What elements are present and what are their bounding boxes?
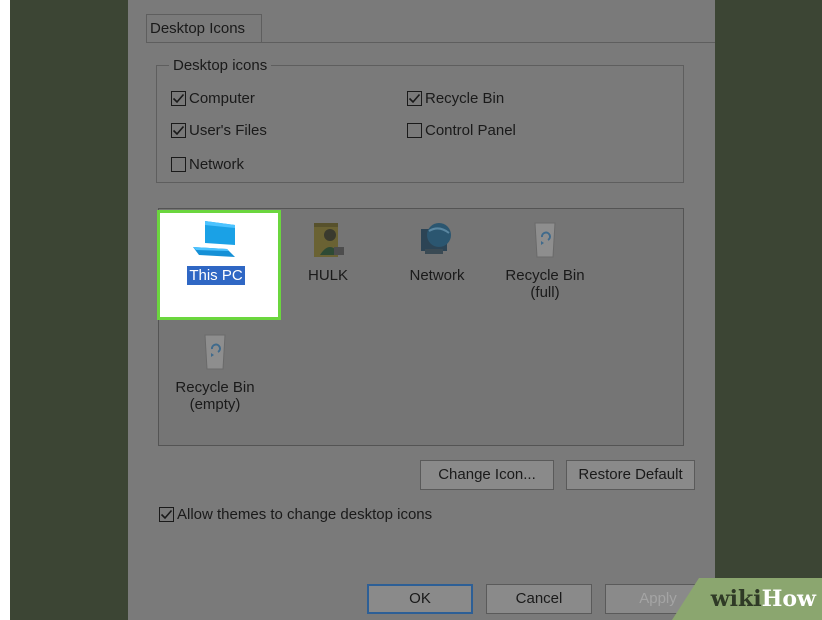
checkbox-label: Control Panel bbox=[425, 121, 516, 139]
checkbox-unchecked-icon bbox=[171, 156, 186, 172]
list-item-recycle-bin-full[interactable]: Recycle Bin (full) bbox=[489, 219, 601, 301]
cancel-button[interactable]: Cancel bbox=[486, 584, 592, 614]
checkbox-network[interactable]: Network bbox=[171, 154, 244, 174]
item-label-line2: (empty) bbox=[189, 396, 241, 413]
icon-list: This PC HULK Network Recycle Bin (full) … bbox=[157, 208, 684, 446]
item-label: HULK bbox=[307, 267, 348, 284]
checkbox-computer[interactable]: Computer bbox=[171, 88, 255, 108]
checkbox-label: Network bbox=[189, 155, 245, 173]
watermark-how: How bbox=[761, 586, 816, 612]
allow-themes-checkbox[interactable]: Allow themes to change desktop icons bbox=[159, 504, 432, 524]
item-label-line1: Recycle Bin bbox=[505, 267, 585, 284]
item-label: This PC bbox=[187, 266, 245, 285]
checkbox-label: Allow themes to change desktop icons bbox=[177, 505, 433, 523]
item-label: Network bbox=[409, 267, 465, 284]
checkbox-checked-icon bbox=[159, 506, 174, 522]
item-label-line2: (full) bbox=[530, 284, 560, 301]
checkbox-recycle-bin[interactable]: Recycle Bin bbox=[407, 88, 504, 108]
checkbox-users-files[interactable]: User's Files bbox=[171, 120, 267, 140]
restore-default-button[interactable]: Restore Default bbox=[566, 460, 695, 490]
checkbox-label: Recycle Bin bbox=[425, 89, 505, 107]
ok-button[interactable]: OK bbox=[367, 584, 473, 614]
tab-divider bbox=[146, 42, 715, 43]
tab-label: Desktop Icons bbox=[150, 20, 246, 37]
group-legend: Desktop icons bbox=[169, 57, 272, 74]
checkbox-label: Computer bbox=[189, 89, 255, 107]
item-label-line1: Recycle Bin bbox=[175, 379, 255, 396]
user-folder-icon bbox=[314, 223, 344, 257]
checkbox-label: User's Files bbox=[189, 121, 267, 139]
list-item-recycle-bin-empty[interactable]: Recycle Bin (empty) bbox=[159, 331, 271, 413]
dimmed-background: Desktop Icons Desktop icons Computer Rec… bbox=[10, 0, 822, 620]
checkbox-checked-icon bbox=[171, 122, 186, 138]
network-globe-icon bbox=[421, 223, 451, 254]
list-item-network[interactable]: Network bbox=[381, 219, 493, 284]
checkbox-unchecked-icon bbox=[407, 122, 422, 138]
recycle-bin-empty-icon bbox=[204, 334, 226, 370]
desktop-icon-settings-dialog: Desktop Icons Desktop icons Computer Rec… bbox=[128, 0, 715, 620]
list-item-hulk[interactable]: HULK bbox=[272, 219, 384, 284]
checkbox-checked-icon bbox=[407, 90, 422, 106]
monitor-icon bbox=[193, 221, 235, 257]
recycle-bin-full-icon bbox=[534, 222, 556, 258]
checkbox-control-panel[interactable]: Control Panel bbox=[407, 120, 516, 140]
list-item-this-pc[interactable]: This PC bbox=[157, 210, 281, 320]
tab-desktop-icons[interactable]: Desktop Icons bbox=[146, 14, 262, 42]
checkbox-checked-icon bbox=[171, 90, 186, 106]
desktop-icons-groupbox: Desktop icons Computer Recycle Bin User'… bbox=[156, 57, 684, 183]
change-icon-button[interactable]: Change Icon... bbox=[420, 460, 554, 490]
watermark-wiki: wiki bbox=[710, 586, 762, 612]
